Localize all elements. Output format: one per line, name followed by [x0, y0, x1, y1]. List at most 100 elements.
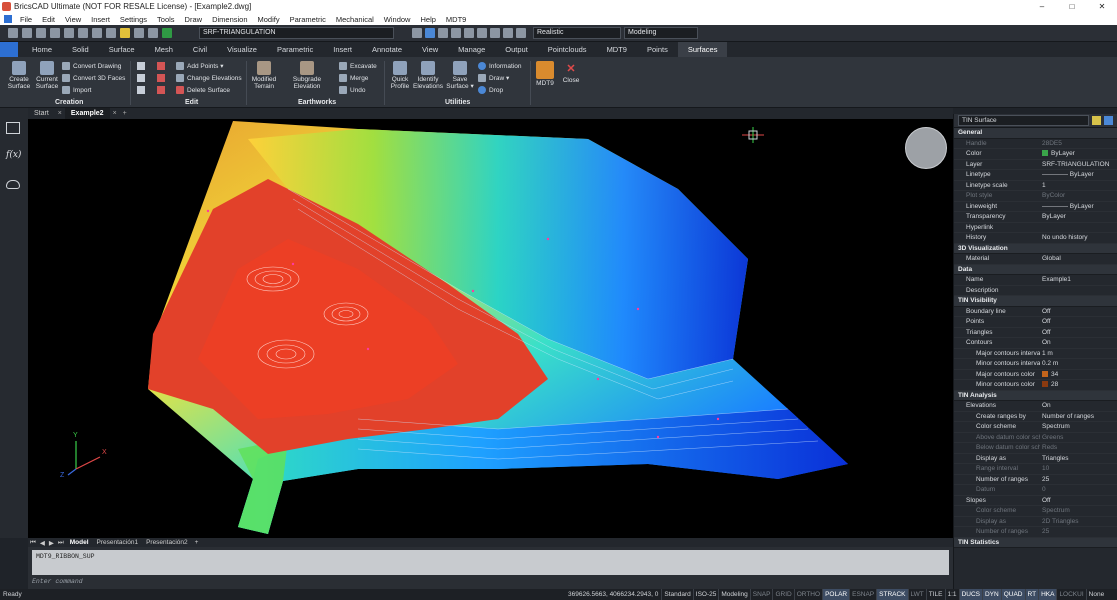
select-objects-icon[interactable]: [1104, 116, 1113, 125]
tab-pointclouds[interactable]: Pointclouds: [538, 42, 597, 57]
property-value[interactable]: 1 m: [1040, 349, 1117, 359]
flag-icon[interactable]: [503, 28, 513, 38]
layer-dropdown[interactable]: SRF-TRIANGULATION: [199, 27, 394, 39]
property-row[interactable]: Layer SRF-TRIANGULATION: [954, 160, 1117, 170]
remove-icon[interactable]: [157, 86, 165, 94]
entity-type-dropdown[interactable]: TIN Surface: [958, 115, 1089, 126]
tab-civil[interactable]: Civil: [183, 42, 217, 57]
visual-style-dropdown[interactable]: Realistic: [533, 27, 621, 39]
property-row[interactable]: Display as 2D Triangles: [954, 517, 1117, 527]
import-button[interactable]: Import: [62, 86, 91, 94]
menu-help[interactable]: Help: [415, 15, 440, 24]
property-row[interactable]: Create ranges by Number of ranges: [954, 412, 1117, 422]
wireframe-icon[interactable]: [516, 28, 526, 38]
new-tab-icon[interactable]: +: [123, 110, 127, 117]
layout-tab-presentacion1[interactable]: Presentación1: [93, 539, 143, 546]
status-toggle-ortho[interactable]: ORTHO: [793, 589, 822, 600]
layout-tab-presentacion2[interactable]: Presentación2: [142, 539, 192, 546]
workspace-icon[interactable]: [425, 28, 435, 38]
edit-point-icon[interactable]: [137, 62, 145, 70]
layout-nav-last-icon[interactable]: ⏭: [58, 539, 64, 547]
new-file-icon[interactable]: [8, 28, 18, 38]
workspace-dropdown[interactable]: Modeling: [624, 27, 698, 39]
save-icon[interactable]: [36, 28, 46, 38]
cube-view-icon[interactable]: [412, 28, 422, 38]
add-layout-icon[interactable]: +: [195, 539, 199, 546]
status-toggle-quad[interactable]: QUAD: [1000, 589, 1025, 600]
property-row[interactable]: Material Global: [954, 254, 1117, 265]
camera-icon[interactable]: [464, 28, 474, 38]
property-row[interactable]: Hyperlink: [954, 223, 1117, 233]
menu-view[interactable]: View: [60, 15, 86, 24]
menu-insert[interactable]: Insert: [86, 15, 115, 24]
property-value[interactable]: Number of ranges: [1040, 412, 1117, 422]
print-icon[interactable]: [64, 28, 74, 38]
property-value[interactable]: ByColor: [1040, 191, 1117, 201]
layers-panel-icon[interactable]: [6, 122, 20, 134]
property-value[interactable]: On: [1040, 338, 1117, 348]
property-value[interactable]: Off: [1040, 317, 1117, 327]
status-toggle-polar[interactable]: POLAR: [822, 589, 850, 600]
identify-elevations-button[interactable]: Identify Elevations: [412, 61, 444, 90]
property-value[interactable]: ———— ByLayer: [1040, 202, 1117, 212]
filter-icon[interactable]: [1092, 116, 1101, 125]
property-row[interactable]: Handle 28DE5: [954, 139, 1117, 149]
menu-tools[interactable]: Tools: [152, 15, 180, 24]
menu-mechanical[interactable]: Mechanical: [331, 15, 379, 24]
tab-points[interactable]: Points: [637, 42, 678, 57]
property-value[interactable]: 28DE5: [1040, 139, 1117, 149]
print-preview-icon[interactable]: [78, 28, 88, 38]
status-toggle-iso-25[interactable]: ISO-25: [692, 589, 719, 600]
tab-solid[interactable]: Solid: [62, 42, 99, 57]
property-value[interactable]: [1040, 286, 1117, 296]
move-point-icon[interactable]: [137, 74, 145, 82]
delete-surface-button[interactable]: Delete Surface: [176, 86, 230, 94]
save-surface-button[interactable]: Save Surface ▾: [446, 61, 474, 90]
create-surface-button[interactable]: Create Surface: [6, 61, 32, 90]
property-row[interactable]: Color scheme Spectrum: [954, 506, 1117, 517]
property-row[interactable]: Contours On: [954, 338, 1117, 349]
modified-terrain-button[interactable]: Modified Terrain: [250, 61, 278, 90]
save-as-icon[interactable]: [50, 28, 60, 38]
property-row[interactable]: Above datum color schemeGreens: [954, 433, 1117, 443]
pen-icon[interactable]: [490, 28, 500, 38]
property-row[interactable]: Minor contours color 28: [954, 380, 1117, 391]
menu-window[interactable]: Window: [379, 15, 416, 24]
property-value[interactable]: Greens: [1040, 433, 1117, 443]
tab-home[interactable]: Home: [22, 42, 62, 57]
convert-3d-faces-button[interactable]: Convert 3D Faces: [62, 74, 125, 82]
property-value[interactable]: 34: [1040, 370, 1117, 380]
convert-drawing-button[interactable]: Convert Drawing: [62, 62, 121, 70]
property-row[interactable]: Plot style ByColor: [954, 191, 1117, 202]
property-value[interactable]: Off: [1040, 307, 1117, 317]
formula-icon[interactable]: f(x): [6, 150, 21, 160]
lightbulb-icon[interactable]: [120, 28, 130, 38]
subgrade-elevation-button[interactable]: Subgrade Elevation: [279, 61, 335, 90]
layout-nav-prev-icon[interactable]: ◀: [40, 539, 45, 547]
property-value[interactable]: Reds: [1040, 443, 1117, 453]
close-ribbon-button[interactable]: ✕ Close: [560, 61, 582, 84]
prop-section-data[interactable]: Data: [954, 264, 1117, 275]
property-row[interactable]: Color ByLayer: [954, 149, 1117, 160]
property-row[interactable]: Number of ranges 25: [954, 527, 1117, 538]
status-toggle-modeling[interactable]: Modeling: [718, 589, 749, 600]
status-toggle-standard[interactable]: Standard: [661, 589, 692, 600]
property-row[interactable]: Points Off: [954, 317, 1117, 328]
property-value[interactable]: Off: [1040, 496, 1117, 506]
tab-manage[interactable]: Manage: [448, 42, 495, 57]
close-tab-icon[interactable]: ×: [113, 110, 117, 117]
status-toggle-lwt[interactable]: LWT: [907, 589, 926, 600]
information-button[interactable]: Information: [478, 62, 522, 70]
view-icon[interactable]: [438, 28, 448, 38]
property-row[interactable]: Number of ranges 25: [954, 475, 1117, 485]
undo-earthworks-button[interactable]: Undo: [339, 86, 366, 94]
open-file-icon[interactable]: [22, 28, 32, 38]
menu-mdt9[interactable]: MDT9: [441, 15, 471, 24]
tab-output[interactable]: Output: [495, 42, 538, 57]
status-toggle-none[interactable]: None: [1085, 589, 1107, 600]
close-tab-icon[interactable]: ×: [58, 110, 62, 117]
cloud-icon[interactable]: [6, 180, 20, 189]
swap-edge-icon[interactable]: [157, 62, 165, 70]
property-row[interactable]: Datum 0: [954, 485, 1117, 496]
property-row[interactable]: Name Example1: [954, 275, 1117, 286]
